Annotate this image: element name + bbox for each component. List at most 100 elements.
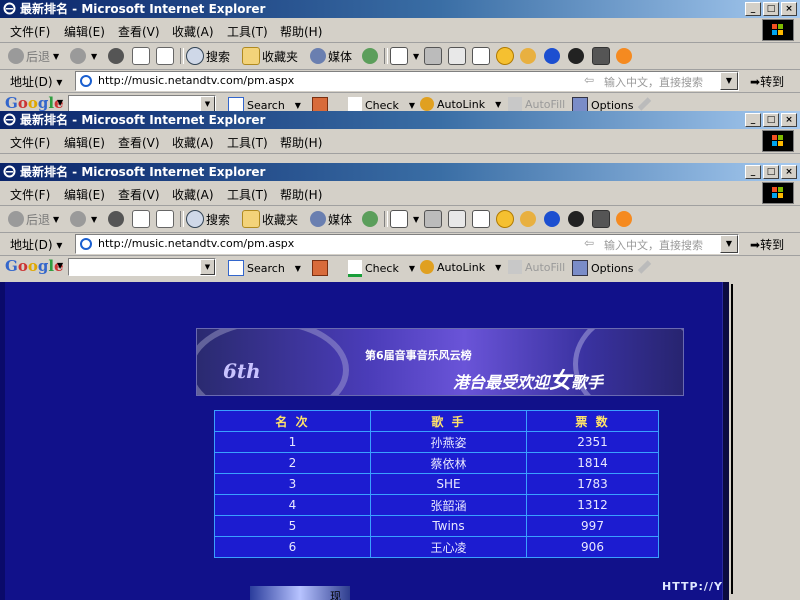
address-dropdown-button[interactable]: ▼: [720, 235, 738, 253]
google-menu-dropdown[interactable]: ▼: [57, 98, 63, 107]
home-button[interactable]: [156, 210, 176, 228]
edit-button[interactable]: [448, 47, 468, 65]
address-label[interactable]: 地址(D) ▾: [10, 73, 62, 90]
menu-favorites[interactable]: 收藏(A): [172, 134, 214, 151]
menu-view[interactable]: 查看(V): [118, 134, 160, 151]
autofill-button[interactable]: AutoFill: [508, 97, 565, 111]
menu-help[interactable]: 帮助(H): [280, 134, 322, 151]
favorites-button[interactable]: 收藏夹: [242, 47, 298, 65]
google-search-dropdown[interactable]: ▼: [200, 96, 215, 112]
money-button[interactable]: [520, 47, 538, 65]
menu-tools[interactable]: 工具(T): [227, 23, 268, 40]
spellcheck-icon: [348, 260, 362, 277]
forward-button[interactable]: ▼: [70, 47, 97, 65]
msn-button[interactable]: [496, 47, 516, 65]
google-logo[interactable]: Google: [5, 94, 64, 112]
mail-button[interactable]: ▼: [390, 47, 419, 65]
close-button[interactable]: ×: [781, 2, 797, 16]
menu-favorites[interactable]: 收藏(A): [172, 23, 214, 40]
print-button[interactable]: [424, 210, 444, 228]
address-label[interactable]: 地址(D) ▾: [10, 236, 62, 253]
menu-help[interactable]: 帮助(H): [280, 186, 322, 203]
refresh-button[interactable]: [132, 47, 152, 65]
menu-file[interactable]: 文件(F): [10, 23, 50, 40]
minimize-button[interactable]: _: [745, 2, 761, 16]
back-button[interactable]: 后退 ▼: [8, 47, 59, 65]
autolink-button[interactable]: AutoLink ▼: [420, 260, 501, 274]
right-frame: [729, 282, 800, 600]
menu-edit[interactable]: 编辑(E): [64, 186, 105, 203]
google-search-button[interactable]: Search ▼: [228, 260, 301, 276]
msn-button[interactable]: [496, 210, 516, 228]
discuss-button[interactable]: [472, 210, 492, 228]
minimize-button[interactable]: _: [745, 113, 761, 127]
menu-edit[interactable]: 编辑(E): [64, 23, 105, 40]
stop-button[interactable]: [108, 47, 126, 65]
money-button[interactable]: [520, 210, 538, 228]
verify-button[interactable]: [544, 210, 562, 228]
maximize-button[interactable]: □: [763, 165, 779, 179]
menu-tools[interactable]: 工具(T): [227, 186, 268, 203]
address-dropdown-button[interactable]: ▼: [720, 72, 738, 90]
window-title: 最新排名 - Microsoft Internet Explorer: [20, 113, 266, 127]
media-button[interactable]: 媒体: [310, 210, 352, 228]
google-menu-dropdown[interactable]: ▼: [57, 261, 63, 270]
address-input[interactable]: http://music.netandtv.com/pm.aspx ⇦ 输入中文…: [75, 234, 739, 254]
discuss-button[interactable]: [472, 47, 492, 65]
autofill-button[interactable]: AutoFill: [508, 260, 565, 274]
menu-view[interactable]: 查看(V): [118, 186, 160, 203]
menu-file[interactable]: 文件(F): [10, 134, 50, 151]
spell-check-button[interactable]: Check ▼: [348, 260, 415, 277]
history-button[interactable]: [362, 47, 380, 65]
favorites-button[interactable]: 收藏夹: [242, 210, 298, 228]
menu-file[interactable]: 文件(F): [10, 186, 50, 203]
history-button[interactable]: [362, 210, 380, 228]
forward-button[interactable]: ▼: [70, 210, 97, 228]
google-search-dropdown[interactable]: ▼: [200, 259, 215, 275]
go-button[interactable]: ➡转到: [750, 236, 784, 253]
edit-icon: [448, 47, 466, 65]
search-button[interactable]: 搜索: [186, 210, 230, 228]
mail-button[interactable]: ▼: [390, 210, 419, 228]
address-input[interactable]: http://music.netandtv.com/pm.aspx ⇦ 输入中文…: [75, 71, 739, 91]
maximize-button[interactable]: □: [763, 2, 779, 16]
menu-edit[interactable]: 编辑(E): [64, 134, 105, 151]
print-button[interactable]: [424, 47, 444, 65]
menu-view[interactable]: 查看(V): [118, 23, 160, 40]
highlight-button[interactable]: [637, 97, 652, 111]
media-button[interactable]: 媒体: [310, 47, 352, 65]
refresh-button[interactable]: [132, 210, 152, 228]
popup-blocker-button[interactable]: [312, 260, 331, 276]
autofill-icon: [508, 260, 522, 274]
emoticon-button[interactable]: [616, 210, 634, 228]
stop-button[interactable]: [108, 210, 126, 228]
highlight-button[interactable]: [637, 260, 652, 274]
google-logo[interactable]: Google: [5, 257, 64, 275]
back-button[interactable]: 后退 ▼: [8, 210, 59, 228]
table-row: 4 张韶涵 1312: [214, 494, 659, 516]
qq-button[interactable]: [568, 47, 586, 65]
qq-button[interactable]: [568, 210, 586, 228]
search-button[interactable]: 搜索: [186, 47, 230, 65]
emoticon-button[interactable]: [616, 47, 634, 65]
go-button[interactable]: ➡转到: [750, 73, 784, 90]
maximize-button[interactable]: □: [763, 113, 779, 127]
table-row: 1 孙燕姿 2351: [214, 431, 659, 453]
close-button[interactable]: ×: [781, 165, 797, 179]
edit-button[interactable]: [448, 210, 468, 228]
google-search-input[interactable]: ▼: [68, 258, 216, 276]
verify-button[interactable]: [544, 47, 562, 65]
close-button[interactable]: ×: [781, 113, 797, 127]
menu-tools[interactable]: 工具(T): [227, 134, 268, 151]
messenger-button[interactable]: [592, 47, 612, 65]
minimize-button[interactable]: _: [745, 165, 761, 179]
menu-favorites[interactable]: 收藏(A): [172, 186, 214, 203]
thumbnail-image[interactable]: 现: [250, 586, 350, 600]
autolink-button[interactable]: AutoLink ▼: [420, 97, 501, 111]
menu-help[interactable]: 帮助(H): [280, 23, 322, 40]
options-button[interactable]: Options: [572, 260, 633, 276]
votes-cell: 1783: [526, 473, 659, 495]
ie-icon: [3, 2, 16, 15]
home-button[interactable]: [156, 47, 176, 65]
messenger-button[interactable]: [592, 210, 612, 228]
